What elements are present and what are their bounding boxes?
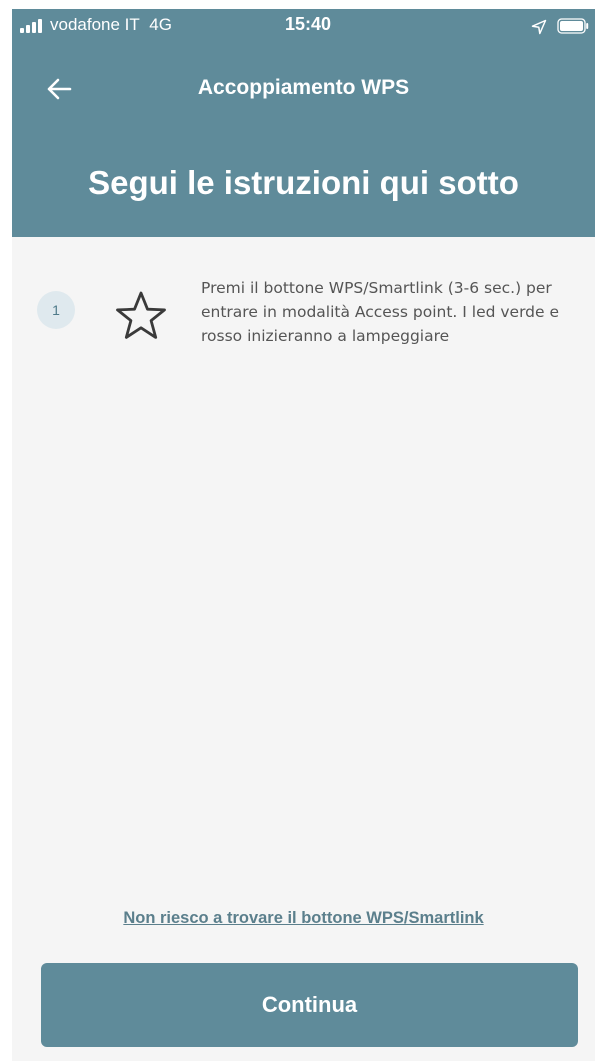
wps-help-link[interactable]: Non riesco a trovare il bottone WPS/Smar… <box>12 909 595 928</box>
battery-icon <box>557 18 589 34</box>
header: vodafone IT 4G 15:40 Accoppiamento WPS S… <box>12 9 595 237</box>
location-arrow-icon <box>531 19 547 35</box>
signal-strength-icon <box>20 19 46 33</box>
page-title: Segui le istruzioni qui sotto <box>88 164 519 201</box>
network-type: 4G <box>149 15 172 34</box>
app-screen: vodafone IT 4G 15:40 Accoppiamento WPS S… <box>12 9 595 1061</box>
status-time: 15:40 <box>285 14 332 34</box>
carrier-network: vodafone IT 4G <box>50 15 172 35</box>
continue-button[interactable]: Continua <box>41 963 578 1047</box>
star-outline-icon <box>116 291 166 339</box>
step-item: 1 Premi il bottone WPS/Smartlink (3-6 se… <box>12 274 595 354</box>
nav-bar: Accoppiamento WPS <box>12 64 595 114</box>
nav-title: Accoppiamento WPS <box>197 76 410 99</box>
step-number-badge: 1 <box>37 291 75 329</box>
carrier-name: vodafone IT <box>50 15 140 34</box>
status-bar: vodafone IT 4G 15:40 <box>12 9 595 41</box>
step-description: Premi il bottone WPS/Smartlink (3-6 sec.… <box>201 279 560 345</box>
